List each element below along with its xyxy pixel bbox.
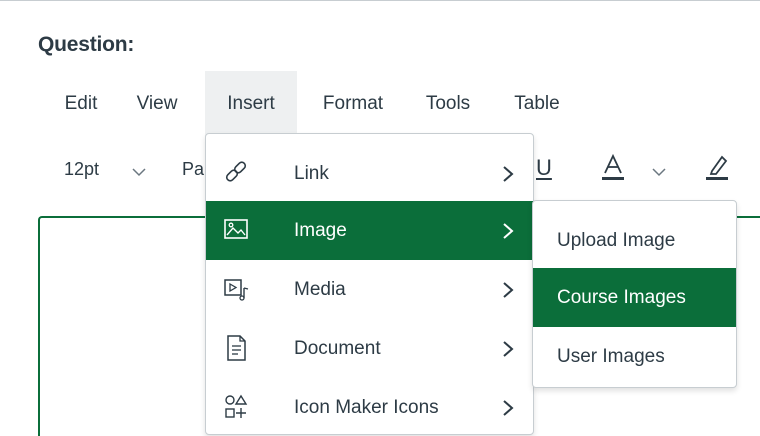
- document-icon: [227, 335, 246, 361]
- submenu-item-label: Upload Image: [557, 230, 676, 251]
- menu-view[interactable]: View: [120, 71, 194, 137]
- font-color-chevron-icon[interactable]: [652, 167, 666, 177]
- menu-tools[interactable]: Tools: [412, 71, 484, 137]
- editor-frame: Question: Edit View Insert Format Tools …: [0, 0, 760, 436]
- paragraph-select[interactable]: Pa: [182, 159, 204, 180]
- chevron-right-icon: [503, 400, 514, 416]
- underline-icon[interactable]: U: [536, 155, 552, 181]
- question-label: Question:: [38, 33, 135, 56]
- menu-item-label: Media: [294, 279, 346, 300]
- menu-insert[interactable]: Insert: [205, 71, 297, 137]
- insert-menu-image[interactable]: Image: [206, 201, 533, 260]
- submenu-user-images[interactable]: User Images: [533, 327, 736, 386]
- insert-menu-document[interactable]: Document: [206, 319, 533, 378]
- menu-edit[interactable]: Edit: [52, 71, 110, 137]
- submenu-item-label: Course Images: [557, 287, 686, 308]
- font-size-select[interactable]: 12pt: [64, 159, 99, 180]
- chevron-right-icon: [503, 166, 514, 182]
- media-icon: [224, 279, 249, 301]
- link-icon: [225, 161, 247, 182]
- image-icon: [224, 219, 248, 239]
- insert-menu: Link Image Media Document Icon Maker Ico…: [205, 133, 534, 435]
- menu-item-label: Document: [294, 338, 381, 359]
- menu-item-label: Image: [294, 220, 347, 241]
- menu-item-label: Link: [294, 163, 329, 184]
- chevron-down-icon[interactable]: [132, 167, 146, 177]
- font-color-icon[interactable]: [600, 153, 626, 183]
- submenu-item-label: User Images: [557, 346, 665, 367]
- menu-item-label: Icon Maker Icons: [294, 397, 439, 418]
- insert-menu-icon-maker[interactable]: Icon Maker Icons: [206, 378, 533, 434]
- menu-format[interactable]: Format: [307, 71, 399, 137]
- highlight-icon[interactable]: [704, 153, 730, 183]
- image-submenu: Upload Image Course Images User Images: [532, 200, 737, 388]
- icon-maker-icon: [225, 394, 248, 418]
- submenu-upload-image[interactable]: Upload Image: [533, 211, 736, 270]
- chevron-right-icon: [503, 341, 514, 357]
- insert-menu-link[interactable]: Link: [206, 144, 533, 203]
- chevron-right-icon: [503, 282, 514, 298]
- menu-table[interactable]: Table: [501, 71, 573, 137]
- insert-menu-media[interactable]: Media: [206, 260, 533, 319]
- chevron-right-icon: [503, 223, 514, 239]
- submenu-course-images[interactable]: Course Images: [533, 268, 736, 327]
